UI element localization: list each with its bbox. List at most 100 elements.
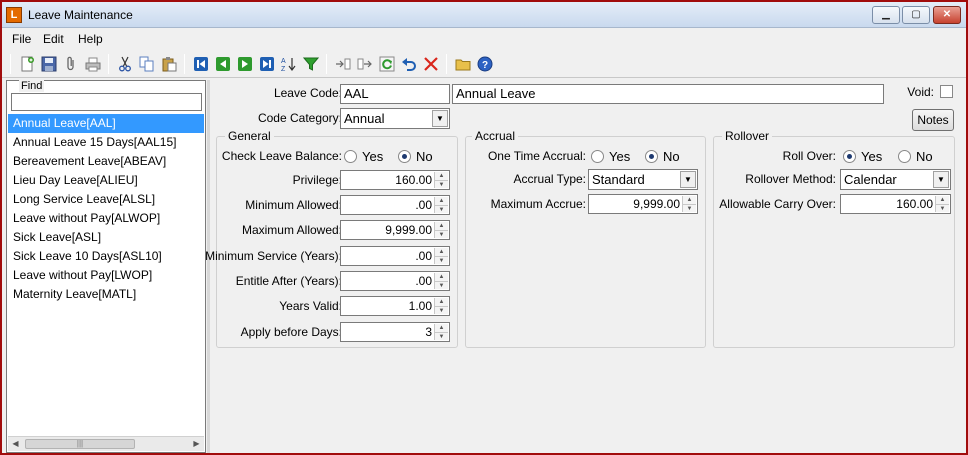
maximize-button[interactable]: ▢	[902, 6, 930, 24]
accrual-type-select[interactable]: Standard ▼	[588, 169, 698, 190]
copy-icon[interactable]	[138, 55, 156, 73]
maximum-allowed-input[interactable]: 9,999.00 ▲ ▼	[340, 220, 450, 240]
privilege-input[interactable]: 160.00 ▲ ▼	[340, 170, 450, 190]
leave-name-input[interactable]: Annual Leave	[452, 84, 884, 104]
allowable-carry-over-input[interactable]: 160.00 ▲ ▼	[840, 194, 951, 214]
list-item[interactable]: Sick Leave 10 Days[ASL10]	[8, 247, 204, 266]
list-item[interactable]: Annual Leave 15 Days[AAL15]	[8, 133, 204, 152]
spinner-icon[interactable]: ▲ ▼	[434, 273, 448, 289]
check-balance-no-radio[interactable]: No	[398, 149, 433, 164]
leave-code-label: Leave Code:	[273, 86, 342, 100]
entitle-after-value: .00	[415, 274, 432, 288]
notes-button[interactable]: Notes	[912, 109, 954, 131]
code-category-select[interactable]: Annual ▼	[340, 108, 450, 129]
spinner-icon[interactable]: ▲ ▼	[434, 172, 448, 188]
horizontal-scrollbar[interactable]: ◀ ||| ▶	[8, 436, 204, 451]
find-input[interactable]	[11, 93, 202, 111]
list-item[interactable]: Bereavement Leave[ABEAV]	[8, 152, 204, 171]
minimum-allowed-value: .00	[415, 198, 432, 212]
radio-icon	[898, 150, 911, 163]
import-icon[interactable]	[334, 55, 352, 73]
general-group: General	[216, 129, 458, 348]
accrual-type-label: Accrual Type:	[513, 172, 586, 186]
paste-icon[interactable]	[160, 55, 178, 73]
list-item[interactable]: Leave without Pay[LWOP]	[8, 266, 204, 285]
check-balance-yes-radio[interactable]: Yes	[344, 149, 383, 164]
attach-icon[interactable]	[62, 55, 80, 73]
chevron-down-icon[interactable]: ▼	[680, 171, 696, 188]
open-folder-icon[interactable]	[454, 55, 472, 73]
scroll-left-icon[interactable]: ◀	[8, 437, 23, 451]
spinner-icon[interactable]: ▲ ▼	[434, 298, 448, 314]
roll-over-yes-radio[interactable]: Yes	[843, 149, 882, 164]
next-record-icon[interactable]	[236, 55, 254, 73]
roll-over-no-radio[interactable]: No	[898, 149, 933, 164]
save-icon[interactable]	[40, 55, 58, 73]
radio-label: Yes	[609, 149, 631, 164]
spinner-icon[interactable]: ▲ ▼	[434, 197, 448, 213]
minimum-allowed-input[interactable]: .00 ▲ ▼	[340, 195, 450, 215]
rollover-method-value: Calendar	[844, 172, 897, 187]
one-time-accrual-no-radio[interactable]: No	[645, 149, 680, 164]
entitle-after-input[interactable]: .00 ▲ ▼	[340, 271, 450, 291]
maximum-accrue-value: 9,999.00	[633, 197, 680, 211]
radio-icon	[645, 150, 658, 163]
accrual-group: Accrual	[465, 129, 706, 348]
refresh-icon[interactable]	[378, 55, 396, 73]
radio-label: Yes	[861, 149, 883, 164]
spinner-icon[interactable]: ▲ ▼	[682, 196, 696, 212]
chevron-down-icon[interactable]: ▼	[933, 171, 949, 188]
export-icon[interactable]	[356, 55, 374, 73]
maximum-allowed-label: Maximum Allowed:	[241, 223, 342, 237]
rollover-method-select[interactable]: Calendar ▼	[840, 169, 951, 190]
void-checkbox[interactable]	[940, 85, 953, 98]
close-button[interactable]: ✕	[933, 6, 961, 24]
allowable-carry-over-value: 160.00	[896, 197, 933, 211]
menu-bar: File Edit Help	[2, 29, 966, 49]
list-item[interactable]: Long Service Leave[ALSL]	[8, 190, 204, 209]
general-group-title: General	[225, 129, 274, 143]
minimum-service-label: Minimum Service (Years):	[205, 249, 342, 263]
list-item[interactable]: Maternity Leave[MATL]	[8, 285, 204, 304]
list-item[interactable]: Sick Leave[ASL]	[8, 228, 204, 247]
years-valid-input[interactable]: 1.00 ▲ ▼	[340, 296, 450, 316]
list-item[interactable]: Leave without Pay[ALWOP]	[8, 209, 204, 228]
spinner-icon[interactable]: ▲ ▼	[935, 196, 949, 212]
print-icon[interactable]	[84, 55, 102, 73]
menu-file[interactable]: File	[12, 32, 31, 46]
chevron-down-icon[interactable]: ▼	[432, 110, 448, 127]
apply-before-days-input[interactable]: 3 ▲ ▼	[340, 322, 450, 342]
undo-icon[interactable]	[400, 55, 418, 73]
leave-list-panel: Find Annual Leave[AAL] Annual Leave 15 Da…	[6, 80, 206, 453]
delete-icon[interactable]	[422, 55, 440, 73]
one-time-accrual-yes-radio[interactable]: Yes	[591, 149, 630, 164]
title-bar[interactable]: L Leave Maintenance ▁ ▢ ✕	[2, 2, 966, 28]
radio-icon	[398, 150, 411, 163]
list-item[interactable]: Lieu Day Leave[ALIEU]	[8, 171, 204, 190]
minimize-button[interactable]: ▁	[872, 6, 900, 24]
scroll-thumb[interactable]: |||	[25, 439, 135, 449]
new-icon[interactable]	[18, 55, 36, 73]
help-icon[interactable]: ?	[476, 55, 494, 73]
menu-edit[interactable]: Edit	[43, 32, 64, 46]
radio-icon	[591, 150, 604, 163]
menu-help[interactable]: Help	[78, 32, 103, 46]
list-item[interactable]: Annual Leave[AAL]	[8, 114, 204, 133]
last-record-icon[interactable]	[258, 55, 276, 73]
scroll-right-icon[interactable]: ▶	[189, 437, 204, 451]
spinner-icon[interactable]: ▲ ▼	[434, 248, 448, 264]
first-record-icon[interactable]	[192, 55, 210, 73]
minimum-service-input[interactable]: .00 ▲ ▼	[340, 246, 450, 266]
maximum-accrue-input[interactable]: 9,999.00 ▲ ▼	[588, 194, 698, 214]
sort-icon[interactable]: AZ	[280, 55, 298, 73]
allowable-carry-over-label: Allowable Carry Over:	[719, 197, 836, 211]
previous-record-icon[interactable]	[214, 55, 232, 73]
toolbar-separator	[326, 54, 327, 74]
radio-label: No	[663, 149, 680, 164]
cut-icon[interactable]	[116, 55, 134, 73]
leave-code-input[interactable]: AAL	[340, 84, 450, 104]
spinner-icon[interactable]: ▲ ▼	[434, 222, 448, 238]
minimum-service-value: .00	[415, 249, 432, 263]
filter-icon[interactable]	[302, 55, 320, 73]
spinner-icon[interactable]: ▲ ▼	[434, 324, 448, 340]
